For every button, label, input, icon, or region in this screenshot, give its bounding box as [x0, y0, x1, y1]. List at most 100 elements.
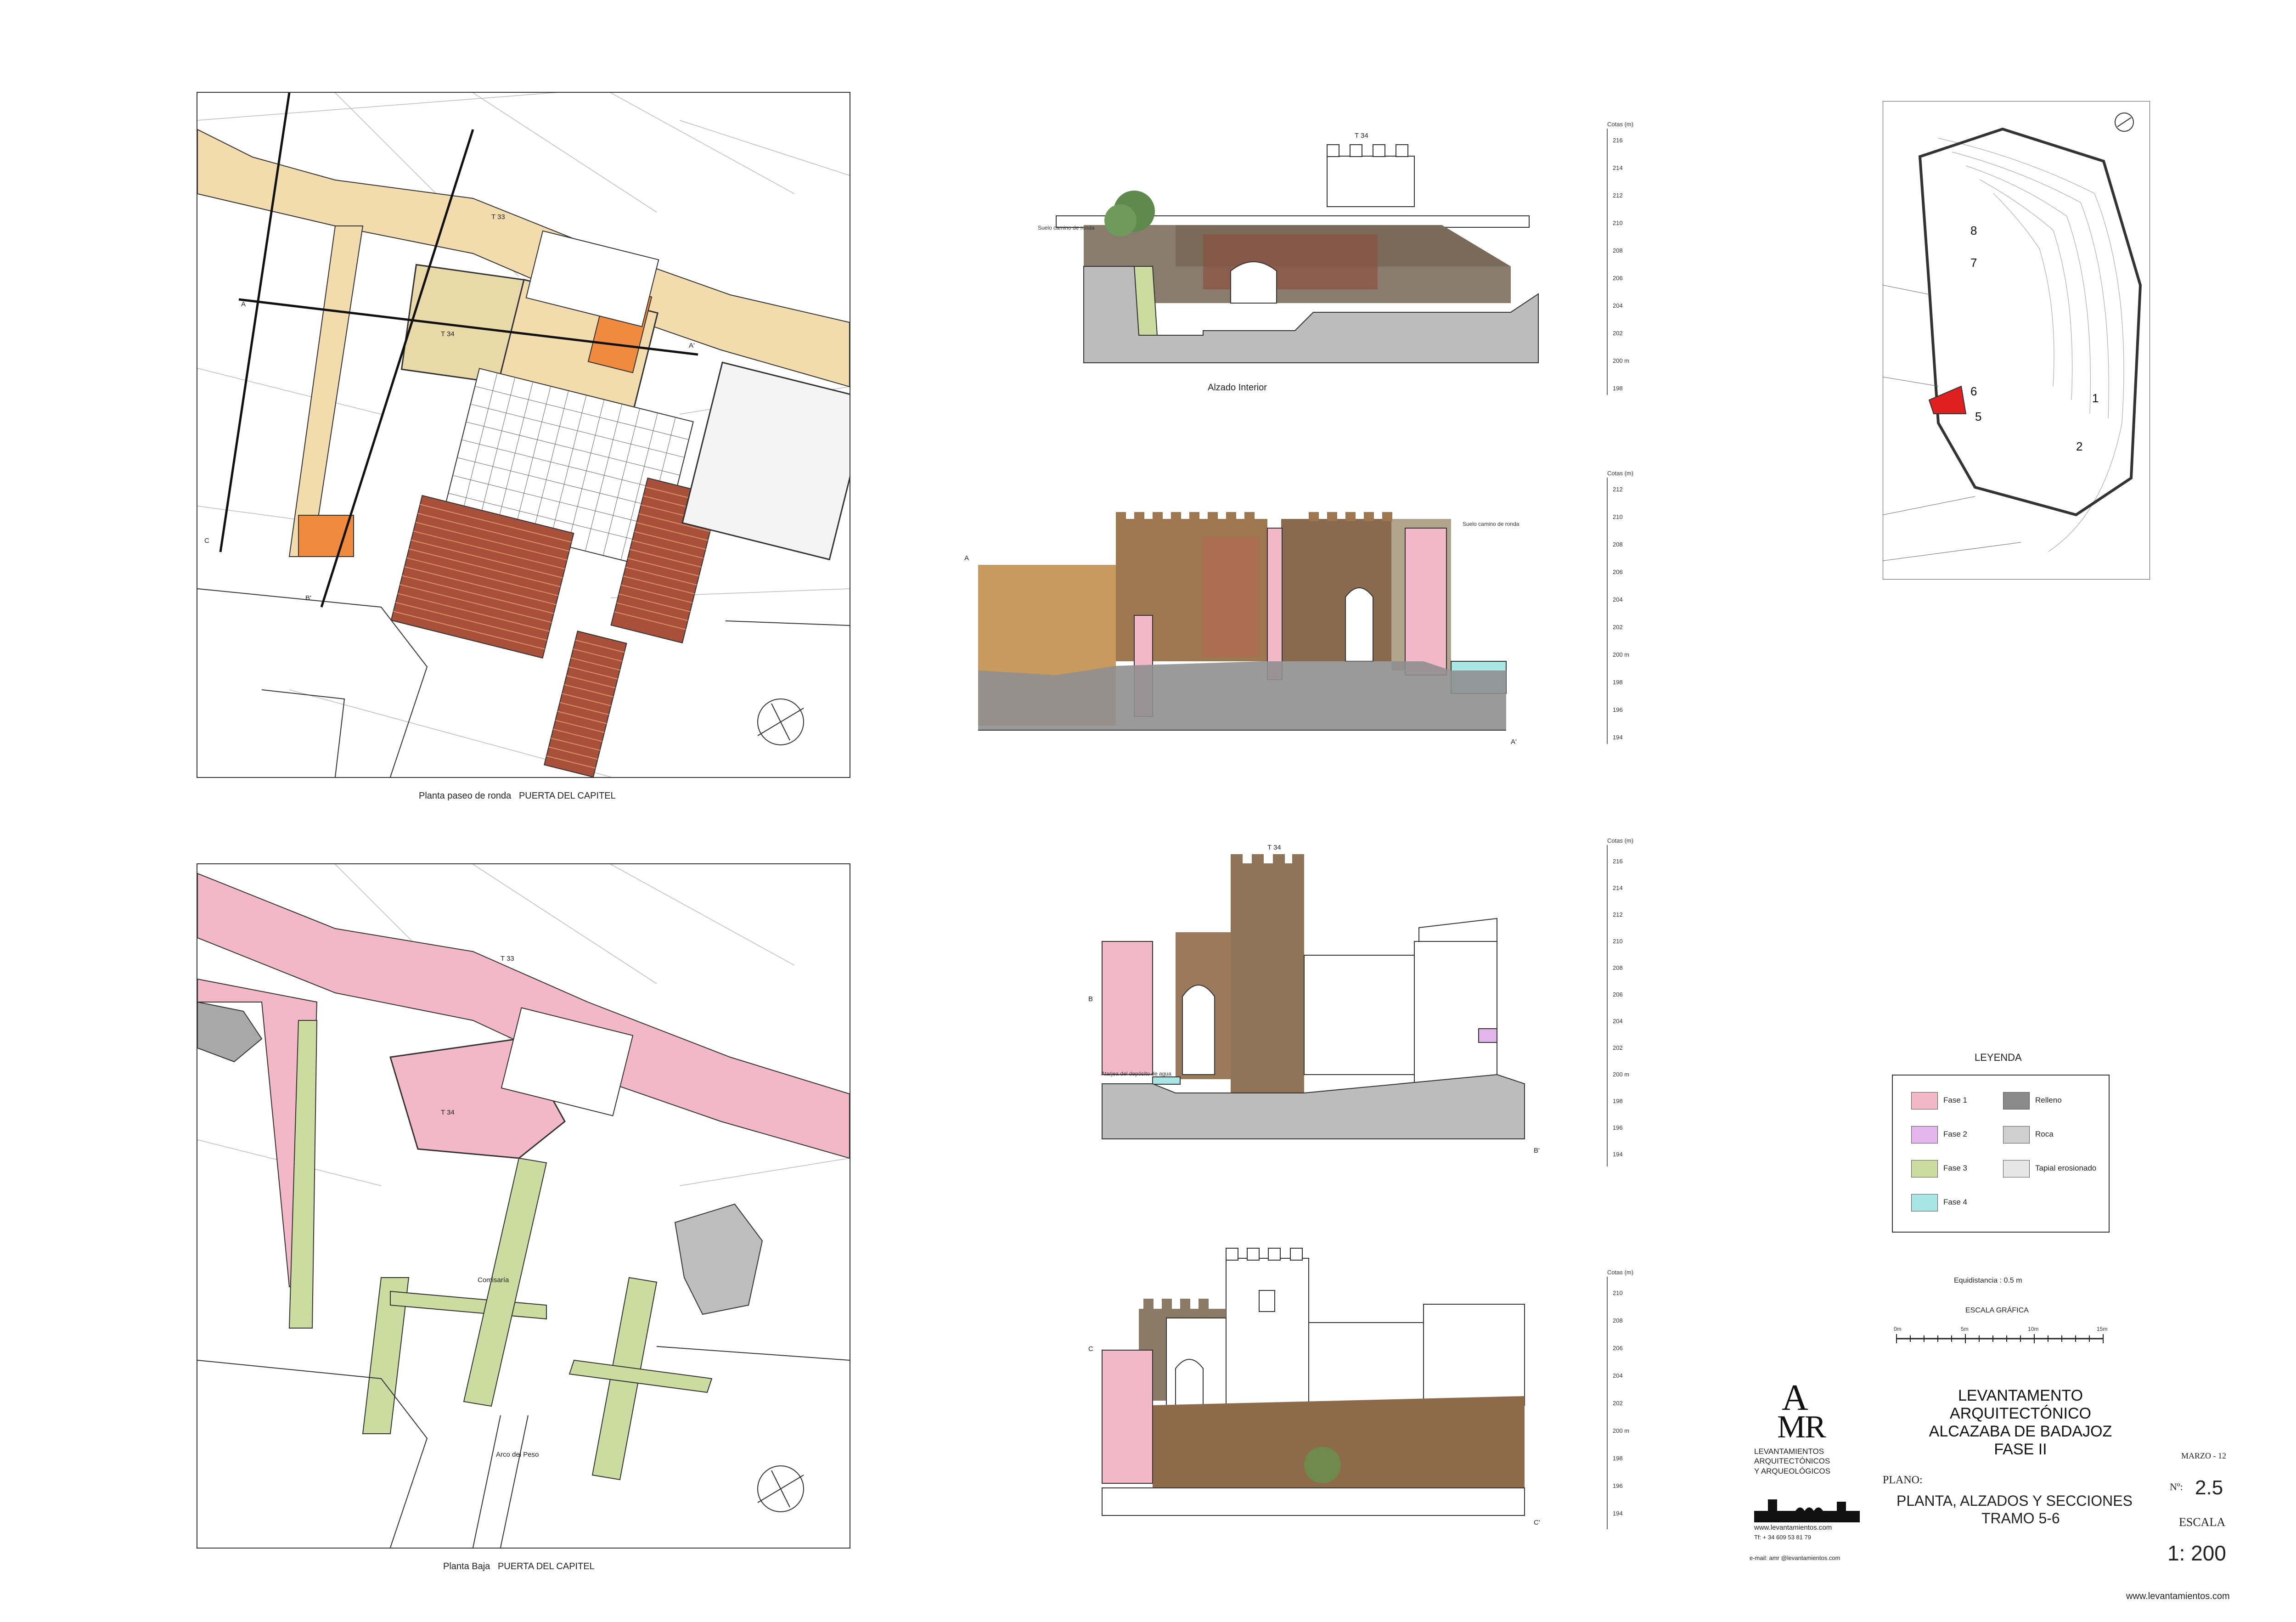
- sheet-number: 2.5: [2195, 1476, 2223, 1499]
- svg-text:M: M: [1777, 1409, 1806, 1445]
- elevation-1-tick: 214: [1613, 164, 1623, 171]
- plan-bottom-label-comisaria: Comisaría: [478, 1276, 509, 1284]
- plan-bottom-drawing: T 33 T 34 Comisaría Arco del Peso: [197, 864, 850, 1548]
- elevation-3-note: Atarjea del depósito de agua: [1101, 1070, 1171, 1077]
- title-line-1: LEVANTAMENTO ARQUITECTÓNICO: [1950, 1387, 2091, 1422]
- elevation-4-axis-title: Cotas (m): [1607, 1269, 1633, 1276]
- legend-label: Fase 2: [1943, 1130, 1967, 1138]
- elevation-3-left-label: B: [1088, 995, 1093, 1003]
- elevation-4-right-label: C': [1534, 1519, 1540, 1526]
- legend-swatch-fase1: [1911, 1092, 1938, 1109]
- plan-top-label-b2: B': [305, 594, 311, 602]
- elevation-4-tick: 210: [1613, 1290, 1623, 1296]
- elevation-2-tick: 198: [1613, 679, 1623, 686]
- key-map-marker: 8: [1970, 224, 1977, 237]
- elevation-3-scale-axis: Cotas (m) 216 214 212 210 208 206 204 20…: [1607, 837, 1633, 1166]
- elevation-2-tick: 208: [1613, 541, 1623, 548]
- plan-top-drawing: T 33 T 34 A A' B' C: [197, 93, 850, 777]
- key-map: 8 7 6 5 1 2: [1883, 101, 2150, 580]
- elevation-2-tick: 194: [1613, 734, 1623, 741]
- logo-company-text: LEVANTAMIENTOS ARQUITECTÓNICOS Y ARQUEOL…: [1754, 1447, 1830, 1476]
- logo-url[interactable]: www.levantamientos.com: [1754, 1524, 1832, 1532]
- legend-swatch-fase2: [1911, 1126, 1938, 1143]
- legend-label: Fase 1: [1943, 1096, 1967, 1104]
- elevation-1-tick: 210: [1613, 220, 1623, 226]
- key-map-marker: 7: [1970, 256, 1977, 270]
- key-map-marker: 2: [2076, 439, 2082, 453]
- elevation-2-tick: 204: [1613, 596, 1623, 603]
- footer-url[interactable]: www.levantamientos.com: [2126, 1591, 2230, 1602]
- elevation-3-right-label: B': [1534, 1147, 1540, 1155]
- elevation-1-axis-title: Cotas (m): [1607, 121, 1633, 128]
- elevation-4-tick: 198: [1613, 1455, 1623, 1462]
- plan-top-caption: Planta paseo de ronda PUERTA DEL CAPITEL: [419, 791, 616, 801]
- title-line-2: ALCAZABA DE BADAJOZ: [1929, 1423, 2112, 1440]
- graphic-scale-tick: 15m: [2097, 1326, 2107, 1332]
- elevation-2-tick: 210: [1613, 513, 1623, 520]
- elevation-section-a: A A' Suelo camino de ronda Cotas (m) 212…: [964, 468, 1653, 753]
- elevation-4-tick: 204: [1613, 1372, 1623, 1379]
- elevation-2-left-label: A: [964, 554, 969, 562]
- plan-top-label-t34: T 34: [441, 330, 455, 338]
- plan-top-label-a2: A': [689, 342, 695, 349]
- elevation-3-tick: 206: [1613, 991, 1623, 998]
- plano-line-1: PLANTA, ALZADOS Y SECCIONES: [1896, 1492, 2133, 1509]
- elevation-2-scale-axis: Cotas (m) 212 210 208 206 204 202 200 m …: [1607, 470, 1633, 744]
- legend-title: LEYENDA: [1975, 1052, 2022, 1063]
- legend-swatch-tapial: [2003, 1160, 2030, 1177]
- elevation-4-left-label: C: [1088, 1345, 1093, 1353]
- svg-text:R: R: [1805, 1409, 1826, 1445]
- graphic-scale: 0m 5m 10m 15m: [1892, 1323, 2112, 1346]
- plan-top-label-c: C: [204, 537, 209, 545]
- elevation-3-tick: 198: [1613, 1098, 1623, 1104]
- elevation-2-tick: 200 m: [1613, 651, 1629, 658]
- graphic-scale-tick: 0m: [1894, 1326, 1902, 1332]
- title-block: LEVANTAMENTO ARQUITECTÓNICO ALCAZABA DE …: [1892, 1387, 2149, 1459]
- elevation-3-tick: 204: [1613, 1018, 1623, 1025]
- elevation-1-note: Suelo camino de ronda: [1038, 225, 1095, 231]
- elevation-3-tick: 202: [1613, 1044, 1623, 1051]
- elevation-3-tick: 208: [1613, 964, 1623, 971]
- elevation-3-tick: 194: [1613, 1151, 1623, 1158]
- elevation-interior: Suelo camino de ronda T 34 Alzado Interi…: [1029, 119, 1653, 404]
- logo-bridge-silhouette: [1754, 1495, 1860, 1522]
- escala-label: ESCALA: [2179, 1515, 2226, 1529]
- logo-email: e-mail: amr @levantamientos.com: [1750, 1554, 1840, 1561]
- elevation-3-tower-label: T 34: [1267, 844, 1281, 851]
- elevation-4-tick: 208: [1613, 1317, 1623, 1324]
- elevation-1-tick: 204: [1613, 302, 1623, 309]
- elevation-1-tick: 212: [1613, 192, 1623, 199]
- elevation-1-tick: 200 m: [1613, 357, 1629, 364]
- elevation-3-tick: 196: [1613, 1124, 1623, 1131]
- legend-label: Roca: [2035, 1130, 2054, 1138]
- elevation-3-tick: 200 m: [1613, 1071, 1629, 1078]
- key-map-marker: 6: [1970, 384, 1977, 398]
- elevation-3-axis-title: Cotas (m): [1607, 837, 1633, 844]
- legend-label: Fase 3: [1943, 1164, 1967, 1172]
- elevation-4-tick: 200 m: [1613, 1427, 1629, 1434]
- elevation-1-tick: 202: [1613, 330, 1623, 337]
- legend-label: Relleno: [2035, 1096, 2062, 1104]
- legend: Fase 1 Relleno Fase 2 Roca Fase 3 Tapial…: [1892, 1075, 2110, 1233]
- elevation-4-tick: 194: [1613, 1510, 1623, 1517]
- legend-swatch-fase3: [1911, 1160, 1938, 1177]
- elevation-section-b: T 34 B B' Atarjea del depósito de agua C…: [1084, 836, 1653, 1176]
- graphic-scale-title: ESCALA GRÁFICA: [1965, 1307, 2029, 1314]
- date: MARZO - 12: [2181, 1451, 2226, 1460]
- elevation-2-tick: 206: [1613, 569, 1623, 575]
- elevation-section-c: C C' Cotas (m) 210 208 206 204 202 200 m…: [1084, 1231, 1653, 1534]
- plan-paseo-de-ronda: T 33 T 34 A A' B' C: [197, 92, 850, 778]
- plano-line-2: TRAMO 5-6: [1981, 1510, 2060, 1526]
- elevation-3-tick: 214: [1613, 884, 1623, 891]
- elevation-1-tick: 206: [1613, 275, 1623, 282]
- key-map-marker: 5: [1975, 410, 1981, 423]
- legend-label: Fase 4: [1943, 1198, 1967, 1206]
- elevation-1-caption: Alzado Interior: [1208, 383, 1267, 393]
- elevation-2-axis-title: Cotas (m): [1607, 470, 1633, 477]
- elevation-4-tick: 196: [1613, 1482, 1623, 1489]
- elevation-1-scale-axis: Cotas (m) 216 214 212 210 208 206 204 20…: [1607, 121, 1633, 395]
- elevation-2-note: Suelo camino de ronda: [1463, 521, 1519, 527]
- plano-label: PLANO:: [1883, 1474, 1923, 1486]
- graphic-scale-tick: 10m: [2028, 1326, 2038, 1332]
- key-map-marker: 1: [2092, 391, 2099, 405]
